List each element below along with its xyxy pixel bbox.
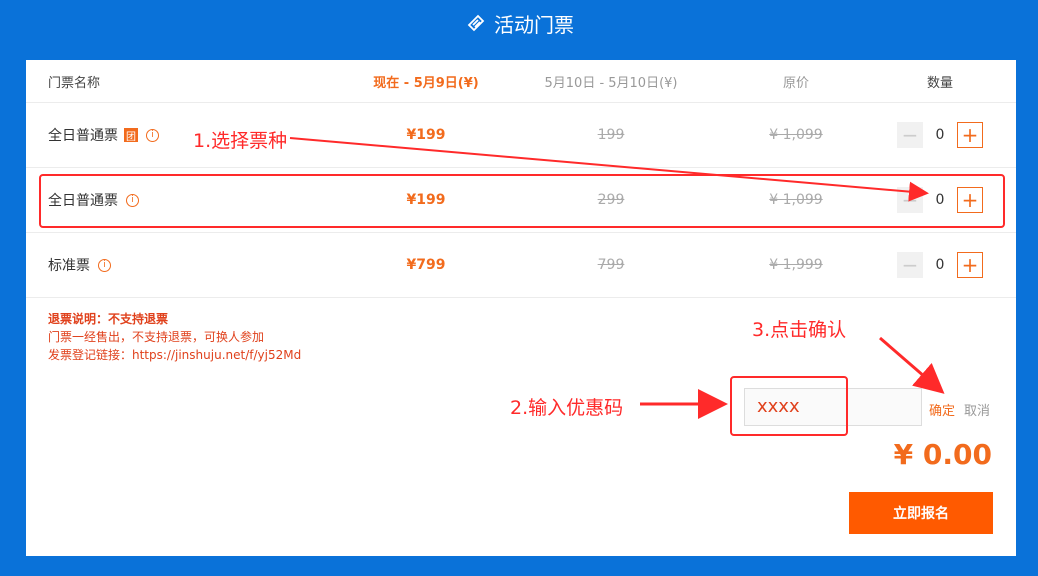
quantity-value: 0 (935, 257, 945, 273)
ticket-icon (464, 11, 488, 35)
cancel-button[interactable]: 取消 (964, 400, 990, 419)
later-price: 799 (597, 257, 625, 273)
page-header: 活动门票 (0, 0, 1038, 60)
header-original-price: 原价 (782, 75, 809, 91)
info-icon[interactable]: i (98, 258, 111, 272)
header-name: 门票名称 (48, 75, 101, 91)
annotation-step2: 2.输入优惠码 (510, 397, 624, 419)
annotation-step1: 1.选择票种 (193, 130, 288, 152)
group-badge: 团 (124, 128, 138, 143)
original-price: ¥ 1,099 (769, 127, 823, 143)
table-header: 门票名称 现在 - 5月9日(¥) 5月10日 - 5月10日(¥) 原价 数量 (26, 60, 1016, 103)
invoice-link-text[interactable]: 发票登记链接：https://jinshuju.net/f/yj52Md (48, 346, 301, 364)
refund-notes: 退票说明：不支持退票 门票一经售出，不支持退票，可换人参加 发票登记链接：htt… (48, 310, 301, 364)
now-price: ¥799 (406, 257, 446, 273)
ticket-card: 门票名称 现在 - 5月9日(¥) 5月10日 - 5月10日(¥) 原价 数量… (26, 60, 1016, 556)
confirm-button[interactable]: 确定 (929, 400, 955, 419)
header-quantity: 数量 (926, 75, 953, 91)
decrement-button[interactable]: − (897, 252, 923, 278)
table-row: 标准票 i ¥799 799 ¥ 1,999 − 0 + (26, 233, 1016, 298)
quantity-stepper: − 0 + (897, 252, 983, 278)
now-price: ¥199 (406, 127, 446, 143)
register-button[interactable]: 立即报名 (849, 492, 993, 534)
table-row: 全日普通票 团 i ¥199 199 ¥ 1,099 − 0 + (26, 103, 1016, 168)
increment-button[interactable]: + (957, 252, 983, 278)
refund-title: 退票说明：不支持退票 (48, 312, 169, 326)
ticket-name: 全日普通票 (48, 128, 118, 144)
later-price: 199 (597, 127, 625, 143)
total-price: ¥ 0.00 (893, 438, 992, 471)
quantity-stepper: − 0 + (897, 122, 983, 148)
original-price: ¥ 1,999 (769, 257, 823, 273)
decrement-button[interactable]: − (897, 122, 923, 148)
increment-button[interactable]: + (957, 122, 983, 148)
refund-policy-text: 门票一经售出，不支持退票，可换人参加 (48, 330, 265, 344)
quantity-value: 0 (935, 127, 945, 143)
header-now-price: 现在 - 5月9日(¥) (373, 75, 479, 91)
info-icon[interactable]: i (146, 128, 159, 142)
page-title: 活动门票 (494, 12, 574, 37)
annotation-step3: 3.点击确认 (752, 319, 847, 341)
header-later-price: 5月10日 - 5月10日(¥) (544, 75, 678, 91)
ticket-name: 标准票 (48, 258, 90, 274)
annotation-highlight-coupon (730, 376, 848, 436)
annotation-highlight-row (39, 174, 1005, 228)
